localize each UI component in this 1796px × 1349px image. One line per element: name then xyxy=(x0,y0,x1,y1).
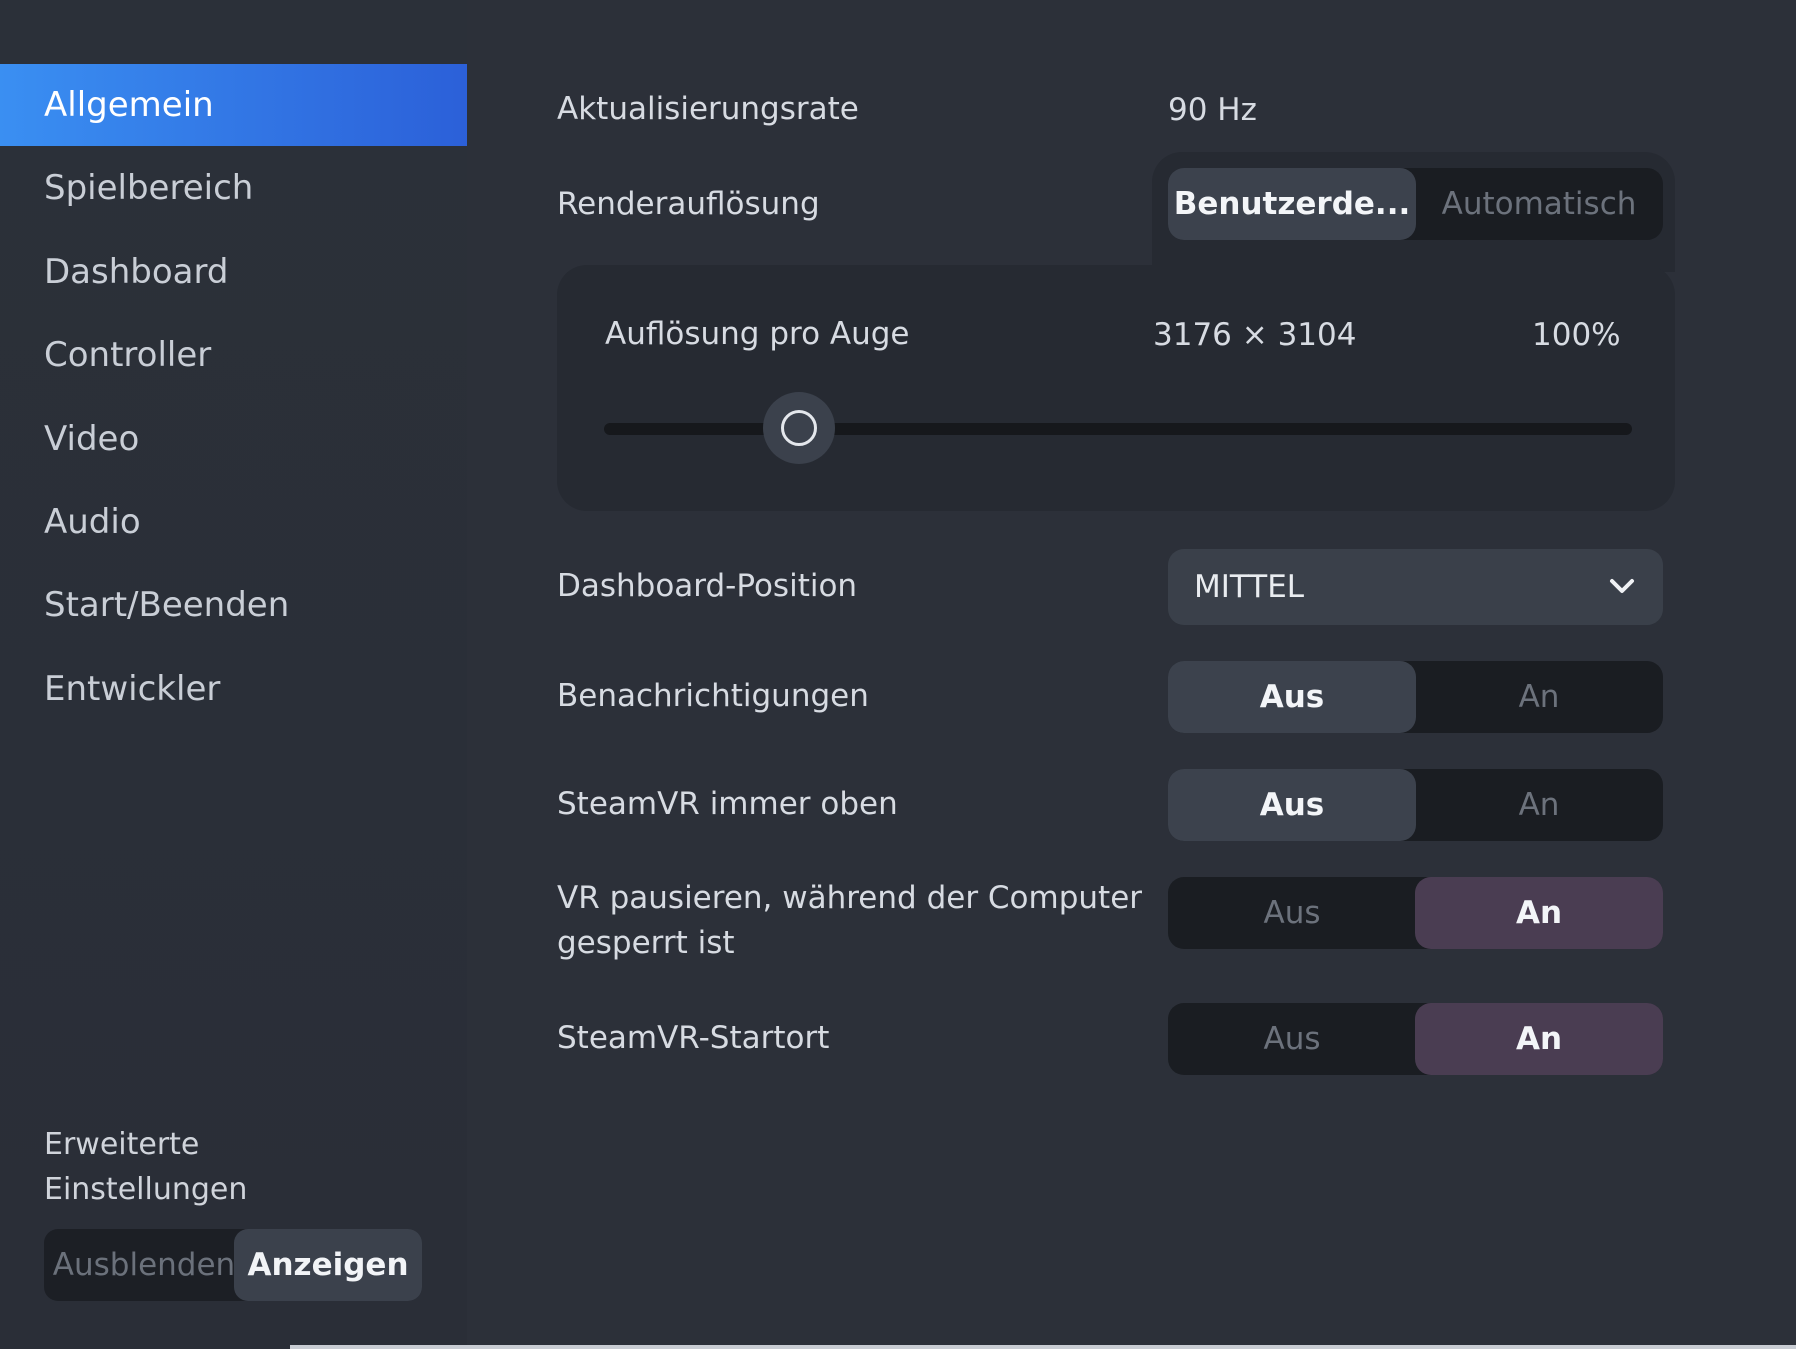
refresh-rate-label: Aktualisierungsrate xyxy=(557,91,859,127)
advanced-settings-label: Erweiterte Einstellungen xyxy=(44,1122,424,1212)
sidebar-item-video[interactable]: Video xyxy=(0,398,477,480)
sidebar-item-label: Video xyxy=(44,419,140,459)
per-eye-resolution-percent: 100% xyxy=(1532,317,1621,353)
pause-when-locked-on-option[interactable]: An xyxy=(1415,877,1663,949)
dashboard-position-dropdown[interactable]: MITTEL xyxy=(1168,549,1663,625)
sidebar-item-dashboard[interactable]: Dashboard xyxy=(0,231,477,313)
sidebar-item-label: Dashboard xyxy=(44,252,229,292)
dashboard-position-value: MITTEL xyxy=(1194,569,1305,605)
sidebar-item-label: Allgemein xyxy=(44,85,214,125)
sidebar: Allgemein Spielbereich Dashboard Control… xyxy=(0,0,477,1349)
resolution-slider-thumb[interactable] xyxy=(763,392,836,464)
render-resolution-label: Renderauflösung xyxy=(557,186,820,222)
chevron-down-icon xyxy=(1610,579,1634,593)
steamvr-home-label: SteamVR-Startort xyxy=(557,1020,830,1056)
sidebar-item-start-beenden[interactable]: Start/Beenden xyxy=(0,564,477,646)
sidebar-item-label: Controller xyxy=(44,335,212,375)
always-on-top-toggle: Aus An xyxy=(1168,769,1663,841)
sidebar-item-label: Audio xyxy=(44,502,141,542)
notifications-label: Benachrichtigungen xyxy=(557,678,869,714)
pause-when-locked-toggle: Aus An xyxy=(1168,877,1663,949)
notifications-off-option[interactable]: Aus xyxy=(1168,661,1416,733)
slider-thumb-ring-icon xyxy=(781,410,818,446)
resolution-slider-track[interactable] xyxy=(604,423,1632,435)
always-on-top-label: SteamVR immer oben xyxy=(557,786,898,822)
steamvr-home-toggle: Aus An xyxy=(1168,1003,1663,1075)
sidebar-item-entwickler[interactable]: Entwickler xyxy=(0,648,477,730)
pause-when-locked-label-line1: VR pausieren, während der Computer xyxy=(557,880,1143,916)
sidebar-item-allgemein[interactable]: Allgemein xyxy=(0,64,477,146)
per-eye-resolution-label: Auflösung pro Auge xyxy=(605,316,910,352)
steamvr-home-off-option[interactable]: Aus xyxy=(1168,1003,1416,1075)
notifications-toggle: Aus An xyxy=(1168,661,1663,733)
refresh-rate-value: 90 Hz xyxy=(1168,92,1257,128)
sidebar-item-label: Start/Beenden xyxy=(44,585,290,625)
render-resolution-panel xyxy=(557,265,1675,511)
pause-when-locked-label: VR pausieren, während der Computer gespe… xyxy=(557,876,1142,966)
per-eye-resolution-value: 3176 × 3104 xyxy=(1153,317,1357,353)
sidebar-item-controller[interactable]: Controller xyxy=(0,314,477,396)
steamvr-home-on-option[interactable]: An xyxy=(1415,1003,1663,1075)
advanced-settings-toggle: Ausblenden Anzeigen xyxy=(44,1229,422,1301)
bottom-divider xyxy=(290,1345,1796,1349)
render-resolution-toggle: Benutzerde... Automatisch xyxy=(1168,168,1663,240)
advanced-settings-label-line2: Einstellungen xyxy=(44,1172,248,1207)
advanced-hide-option[interactable]: Ausblenden xyxy=(44,1229,244,1301)
always-on-top-on-option[interactable]: An xyxy=(1415,769,1663,841)
settings-panel: Aktualisierungsrate 90 Hz Renderauflösun… xyxy=(467,0,1796,1349)
sidebar-item-label: Spielbereich xyxy=(44,168,254,208)
render-auto-option[interactable]: Automatisch xyxy=(1415,168,1663,240)
advanced-show-option[interactable]: Anzeigen xyxy=(234,1229,422,1301)
advanced-settings-label-line1: Erweiterte xyxy=(44,1127,200,1162)
pause-when-locked-label-line2: gesperrt ist xyxy=(557,925,735,961)
pause-when-locked-off-option[interactable]: Aus xyxy=(1168,877,1416,949)
sidebar-item-spielbereich[interactable]: Spielbereich xyxy=(0,147,477,229)
dashboard-position-label: Dashboard-Position xyxy=(557,568,858,604)
notifications-on-option[interactable]: An xyxy=(1415,661,1663,733)
steamvr-settings-window: Allgemein Spielbereich Dashboard Control… xyxy=(0,0,1796,1349)
render-custom-option[interactable]: Benutzerde... xyxy=(1168,168,1416,240)
sidebar-item-audio[interactable]: Audio xyxy=(0,481,477,563)
sidebar-item-label: Entwickler xyxy=(44,669,221,709)
always-on-top-off-option[interactable]: Aus xyxy=(1168,769,1416,841)
